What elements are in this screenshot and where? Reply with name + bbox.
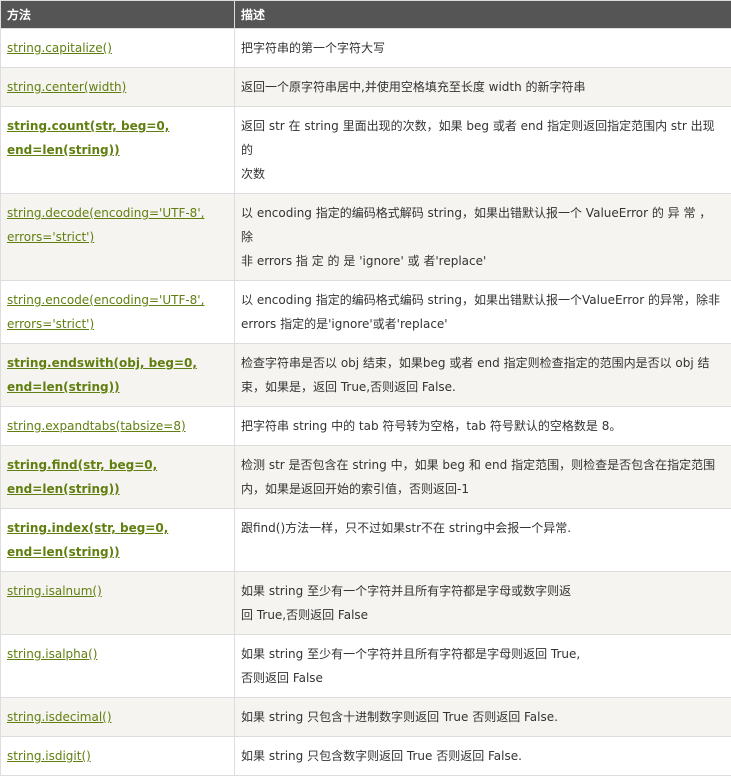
description-text: 返回 str 在 string 里面出现的次数，如果 beg 或者 end 指定… (241, 114, 725, 162)
method-link-count[interactable]: string.count(str, beg=0, (7, 114, 228, 138)
method-cell: string.isalnum() (1, 572, 235, 635)
description-text: 返回一个原字符串居中,并使用空格填充至长度 width 的新字符串 (241, 75, 725, 99)
description-cell: 把字符串 string 中的 tab 符号转为空格，tab 符号默认的空格数是 … (235, 407, 731, 446)
description-cell: 如果 string 只包含十进制数字则返回 True 否则返回 False. (235, 698, 731, 737)
description-text: 跟find()方法一样，只不过如果str不在 string中会报一个异常. (241, 516, 725, 540)
description-text: 把字符串的第一个字符大写 (241, 36, 725, 60)
method-link-capitalize[interactable]: string.capitalize() (7, 41, 112, 55)
table-row: string.isdecimal() 如果 string 只包含十进制数字则返回… (1, 698, 731, 737)
table-row: string.decode(encoding='UTF-8', errors='… (1, 194, 731, 281)
description-cell: 跟find()方法一样，只不过如果str不在 string中会报一个异常. (235, 509, 731, 572)
description-cell: 如果 string 只包含数字则返回 True 否则返回 False. (235, 737, 731, 776)
header-row: 方法 描述 (1, 1, 731, 29)
table-row: string.isdigit() 如果 string 只包含数字则返回 True… (1, 737, 731, 776)
method-cell: string.isdigit() (1, 737, 235, 776)
table-row: string.isalnum() 如果 string 至少有一个字符并且所有字符… (1, 572, 731, 635)
method-link-index[interactable]: string.index(str, beg=0, (7, 516, 228, 540)
description-text: 如果 string 至少有一个字符并且所有字符都是字母则返回 True, (241, 642, 725, 666)
method-cell: string.capitalize() (1, 29, 235, 68)
description-cell: 返回 str 在 string 里面出现的次数，如果 beg 或者 end 指定… (235, 107, 731, 194)
table-row: string.expandtabs(tabsize=8) 把字符串 string… (1, 407, 731, 446)
description-text: 回 True,否则返回 False (241, 603, 725, 627)
method-cell: string.count(str, beg=0, end=len(string)… (1, 107, 235, 194)
method-cell: string.index(str, beg=0, end=len(string)… (1, 509, 235, 572)
description-text: 以 encoding 指定的编码格式解码 string，如果出错默认报一个 Va… (241, 201, 725, 249)
table-row: string.count(str, beg=0, end=len(string)… (1, 107, 731, 194)
description-text: 检测 str 是否包含在 string 中，如果 beg 和 end 指定范围，… (241, 453, 725, 477)
description-text: 非 errors 指 定 的 是 'ignore' 或 者'replace' (241, 249, 725, 273)
description-text: 内，如果是返回开始的索引值，否则返回-1 (241, 477, 725, 501)
description-text: 否则返回 False (241, 666, 725, 690)
method-cell: string.decode(encoding='UTF-8', errors='… (1, 194, 235, 281)
description-cell: 以 encoding 指定的编码格式解码 string，如果出错默认报一个 Va… (235, 194, 731, 281)
table-row: string.isalpha() 如果 string 至少有一个字符并且所有字符… (1, 635, 731, 698)
header-description: 描述 (235, 1, 731, 29)
table-row: string.index(str, beg=0, end=len(string)… (1, 509, 731, 572)
table-row: string.center(width) 返回一个原字符串居中,并使用空格填充至… (1, 68, 731, 107)
method-cell: string.find(str, beg=0, end=len(string)) (1, 446, 235, 509)
description-text: 如果 string 至少有一个字符并且所有字符都是字母或数字则返 (241, 579, 725, 603)
method-link-count-cont[interactable]: end=len(string)) (7, 138, 228, 162)
description-text: errors 指定的是'ignore'或者'replace' (241, 312, 725, 336)
description-text: 次数 (241, 162, 725, 186)
table-row: string.capitalize() 把字符串的第一个字符大写 (1, 29, 731, 68)
method-link-find[interactable]: string.find(str, beg=0, (7, 453, 228, 477)
method-cell: string.endswith(obj, beg=0, end=len(stri… (1, 344, 235, 407)
table-row: string.endswith(obj, beg=0, end=len(stri… (1, 344, 731, 407)
method-link-encode-cont[interactable]: errors='strict') (7, 312, 228, 336)
method-link-endswith-cont[interactable]: end=len(string)) (7, 375, 228, 399)
method-link-isdigit[interactable]: string.isdigit() (7, 749, 91, 763)
description-cell: 检测 str 是否包含在 string 中，如果 beg 和 end 指定范围，… (235, 446, 731, 509)
description-text: 检查字符串是否以 obj 结束，如果beg 或者 end 指定则检查指定的范围内… (241, 351, 725, 375)
method-cell: string.center(width) (1, 68, 235, 107)
description-text: 如果 string 只包含数字则返回 True 否则返回 False. (241, 744, 725, 768)
description-cell: 如果 string 至少有一个字符并且所有字符都是字母则返回 True, 否则返… (235, 635, 731, 698)
method-link-decode[interactable]: string.decode(encoding='UTF-8', (7, 201, 228, 225)
string-methods-table: 方法 描述 string.capitalize() 把字符串的第一个字符大写 s… (0, 0, 731, 776)
method-cell: string.encode(encoding='UTF-8', errors='… (1, 281, 235, 344)
method-link-index-cont[interactable]: end=len(string)) (7, 540, 228, 564)
method-link-expandtabs[interactable]: string.expandtabs(tabsize=8) (7, 419, 186, 433)
method-link-center[interactable]: string.center(width) (7, 80, 126, 94)
description-cell: 以 encoding 指定的编码格式编码 string，如果出错默认报一个Val… (235, 281, 731, 344)
method-link-isalpha[interactable]: string.isalpha() (7, 647, 97, 661)
description-cell: 如果 string 至少有一个字符并且所有字符都是字母或数字则返 回 True,… (235, 572, 731, 635)
description-cell: 把字符串的第一个字符大写 (235, 29, 731, 68)
method-link-endswith[interactable]: string.endswith(obj, beg=0, (7, 351, 228, 375)
method-link-decode-cont[interactable]: errors='strict') (7, 225, 228, 249)
method-cell: string.isalpha() (1, 635, 235, 698)
table-row: string.encode(encoding='UTF-8', errors='… (1, 281, 731, 344)
method-link-find-cont[interactable]: end=len(string)) (7, 477, 228, 501)
description-text: 以 encoding 指定的编码格式编码 string，如果出错默认报一个Val… (241, 288, 725, 312)
description-text: 如果 string 只包含十进制数字则返回 True 否则返回 False. (241, 705, 725, 729)
method-link-isalnum[interactable]: string.isalnum() (7, 584, 102, 598)
method-link-isdecimal[interactable]: string.isdecimal() (7, 710, 112, 724)
description-cell: 返回一个原字符串居中,并使用空格填充至长度 width 的新字符串 (235, 68, 731, 107)
method-link-encode[interactable]: string.encode(encoding='UTF-8', (7, 288, 228, 312)
method-cell: string.isdecimal() (1, 698, 235, 737)
description-text: 束，如果是，返回 True,否则返回 False. (241, 375, 725, 399)
description-cell: 检查字符串是否以 obj 结束，如果beg 或者 end 指定则检查指定的范围内… (235, 344, 731, 407)
header-method: 方法 (1, 1, 235, 29)
method-cell: string.expandtabs(tabsize=8) (1, 407, 235, 446)
table-row: string.find(str, beg=0, end=len(string))… (1, 446, 731, 509)
description-text: 把字符串 string 中的 tab 符号转为空格，tab 符号默认的空格数是 … (241, 414, 725, 438)
